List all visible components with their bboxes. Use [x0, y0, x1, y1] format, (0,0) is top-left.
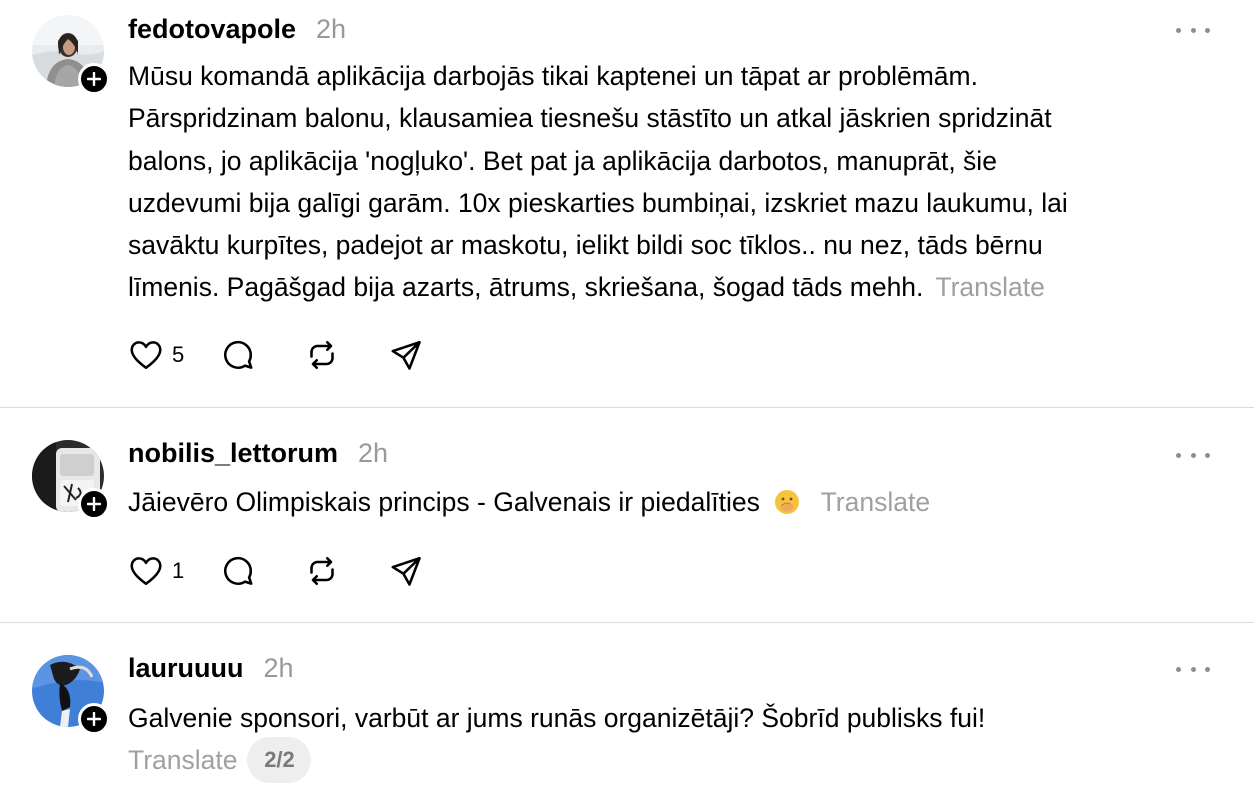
follow-button[interactable]: [78, 63, 110, 95]
translate-link[interactable]: Translate: [128, 745, 237, 776]
send-icon: [391, 340, 421, 370]
more-dot: [1176, 666, 1181, 672]
more-button[interactable]: [1176, 445, 1210, 465]
timestamp[interactable]: 2h: [358, 438, 388, 469]
timestamp[interactable]: 2h: [264, 653, 294, 684]
translate-link[interactable]: Translate: [935, 272, 1044, 302]
avatar-wrap: [32, 15, 110, 95]
username[interactable]: nobilis_lettorum: [128, 438, 338, 469]
like-button[interactable]: 5: [128, 337, 220, 373]
more-dot: [1190, 452, 1196, 458]
more-dot: [1205, 452, 1210, 458]
post-header: nobilis_lettorum 2h: [128, 438, 388, 469]
post-text-line: Mūsu komandā aplikācija darbojās tikai k…: [128, 61, 978, 91]
repost-button[interactable]: [304, 553, 340, 589]
post-text-line: balons, jo aplikācija 'nogļuko'. Bet pat…: [128, 145, 997, 176]
username[interactable]: fedotovapole: [128, 14, 296, 45]
post-text-line: savāktu kurpītes, padejot ar maskotu, ie…: [128, 230, 1043, 261]
avatar-wrap: [32, 655, 110, 735]
share-button[interactable]: [388, 337, 424, 373]
follow-button[interactable]: [78, 488, 110, 520]
plus-icon: [87, 712, 101, 726]
page-indicator[interactable]: 2/2: [247, 737, 312, 783]
avatar-wrap: [32, 440, 110, 520]
more-dot: [1176, 27, 1181, 33]
heart-icon: [130, 557, 162, 586]
post-text-line: uzdevumi bija galīgi garām. 10x pieskart…: [128, 187, 1068, 218]
post-text-segment: Jāievēro Olimpiskais princips - Galvenai…: [128, 487, 760, 517]
plus-icon: [87, 497, 101, 511]
more-dot: [1190, 27, 1196, 33]
repost-button[interactable]: [304, 337, 340, 373]
post-header: lauruuuu 2h: [128, 653, 294, 684]
post-header: fedotovapole 2h: [128, 14, 346, 45]
divider: [0, 622, 1254, 623]
send-icon: [391, 556, 421, 586]
plus-icon: [87, 72, 101, 86]
post-text-line-last: līmenis. Pagāšgad bija azarts, ātrums, s…: [128, 266, 1208, 308]
repost-icon: [310, 340, 334, 370]
more-dot: [1205, 666, 1210, 672]
more-dot: [1205, 27, 1210, 33]
username[interactable]: lauruuuu: [128, 653, 244, 684]
repost-icon: [310, 556, 334, 586]
post-actions: 1: [128, 553, 424, 589]
heart-icon: [130, 341, 162, 370]
comment-bubble-icon: [224, 556, 253, 585]
like-count: 1: [172, 558, 185, 583]
post-text: Galvenie sponsori, varbūt ar jums runās …: [128, 697, 1208, 739]
more-button[interactable]: [1176, 659, 1210, 679]
post-text: Jāievēro Olimpiskais princips - Galvenai…: [128, 481, 1208, 523]
follow-button[interactable]: [78, 703, 110, 735]
reply-button[interactable]: [220, 553, 256, 589]
like-button[interactable]: 1: [128, 553, 220, 589]
divider: [0, 407, 1254, 408]
post-actions: 5: [128, 337, 424, 373]
more-button[interactable]: [1176, 20, 1210, 40]
post-text-line: Pārspridzinam balonu, klausamiea tiesneš…: [128, 103, 1052, 134]
translate-link[interactable]: Translate: [821, 487, 930, 517]
post-text: Mūsu komandā aplikācija darbojās tikai k…: [128, 55, 1208, 309]
share-button[interactable]: [388, 553, 424, 589]
more-dot: [1190, 666, 1196, 672]
post-text-segment: līmenis. Pagāšgad bija azarts, ātrums, s…: [128, 272, 924, 303]
more-dot: [1176, 452, 1181, 458]
post-text-segment: Galvenie sponsori, varbūt ar jums runās …: [128, 703, 986, 733]
translate-row: Translate 2/2: [128, 737, 312, 783]
face-with-hand-over-mouth-emoji: [775, 490, 800, 514]
timestamp[interactable]: 2h: [316, 14, 346, 45]
comment-bubble-icon: [224, 340, 253, 369]
reply-button[interactable]: [220, 337, 256, 373]
like-count: 5: [172, 342, 185, 367]
